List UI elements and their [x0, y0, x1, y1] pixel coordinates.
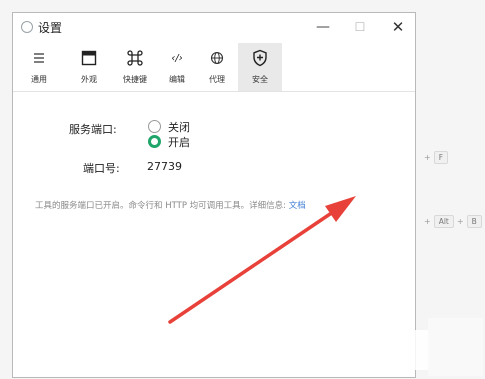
port-off-label: 关闭	[168, 121, 190, 134]
settings-window: 设置 — ☐ ✕ 通用 外观 快捷键 ‹/› 编辑 代理 安全 服务端口: 关闭…	[12, 12, 416, 378]
description-text: 工具的服务端口已开启。命令行和 HTTP 均可调用工具。详细信息:	[35, 201, 289, 211]
port-number-label: 端口号:	[83, 162, 120, 175]
tab-edit[interactable]: ‹/› 编辑	[159, 43, 195, 91]
list-icon	[21, 46, 57, 70]
settings-tabs: 通用 外观 快捷键 ‹/› 编辑 代理 安全	[13, 43, 415, 92]
port-number-value: 27739	[147, 160, 182, 173]
tab-label: 外观	[81, 75, 97, 84]
maximize-button[interactable]: ☐	[346, 15, 374, 39]
port-on-radio[interactable]	[148, 135, 161, 148]
command-icon	[117, 46, 153, 70]
tab-security[interactable]: 安全	[238, 43, 282, 91]
shield-plus-icon	[238, 46, 282, 70]
minimize-button[interactable]: —	[309, 15, 337, 39]
port-on-label: 开启	[168, 136, 190, 149]
window-title: 设置	[38, 21, 63, 35]
globe-icon	[199, 46, 235, 70]
tab-appearance[interactable]: 外观	[71, 43, 107, 91]
shortcut-hint-alt-b: + Alt + B	[421, 215, 482, 228]
key-alt: Alt	[433, 215, 454, 228]
tab-label: 代理	[209, 75, 225, 84]
close-button[interactable]: ✕	[384, 15, 412, 39]
tab-label: 安全	[252, 75, 268, 84]
service-port-label: 服务端口:	[69, 123, 117, 136]
blurred-area	[370, 330, 430, 370]
tab-shortcuts[interactable]: 快捷键	[117, 43, 153, 91]
code-icon: ‹/›	[171, 52, 183, 64]
tab-general[interactable]: 通用	[21, 43, 57, 91]
tab-label: 通用	[31, 75, 47, 84]
app-icon	[21, 21, 33, 33]
title-bar: 设置 — ☐ ✕	[13, 13, 415, 43]
tab-proxy[interactable]: 代理	[199, 43, 235, 91]
key-f: F	[433, 151, 449, 164]
blurred-area	[428, 318, 483, 376]
shortcut-hint-f: + F	[421, 151, 449, 164]
port-description: 工具的服务端口已开启。命令行和 HTTP 均可调用工具。详细信息: 文档	[35, 199, 375, 213]
tab-label: 快捷键	[123, 75, 147, 84]
window-icon	[71, 46, 107, 70]
tab-label: 编辑	[169, 75, 185, 84]
port-off-radio[interactable]	[148, 120, 161, 133]
docs-link[interactable]: 文档	[289, 201, 306, 211]
key-b: B	[466, 215, 482, 228]
